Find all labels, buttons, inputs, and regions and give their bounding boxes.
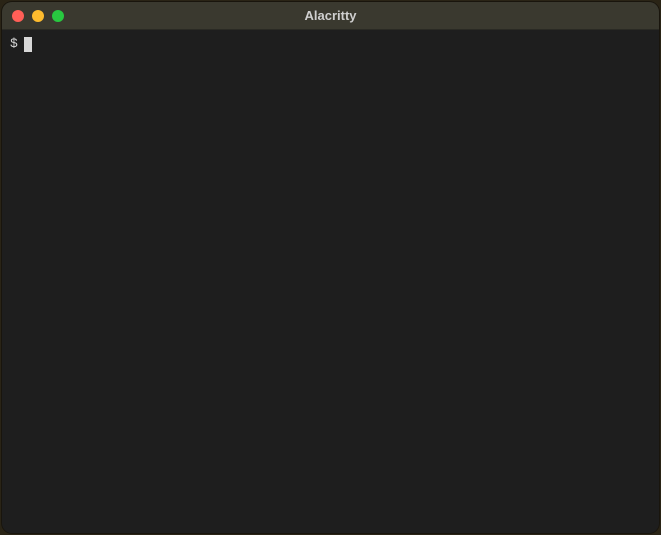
- minimize-button[interactable]: [32, 10, 44, 22]
- prompt-symbol: $: [10, 36, 18, 52]
- zoom-button[interactable]: [52, 10, 64, 22]
- prompt-line: $: [10, 36, 651, 52]
- terminal-window: Alacritty $: [2, 2, 659, 533]
- terminal-body[interactable]: $: [2, 30, 659, 533]
- window-title: Alacritty: [2, 8, 659, 23]
- close-button[interactable]: [12, 10, 24, 22]
- titlebar: Alacritty: [2, 2, 659, 30]
- traffic-lights: [2, 10, 64, 22]
- cursor-icon: [24, 37, 32, 52]
